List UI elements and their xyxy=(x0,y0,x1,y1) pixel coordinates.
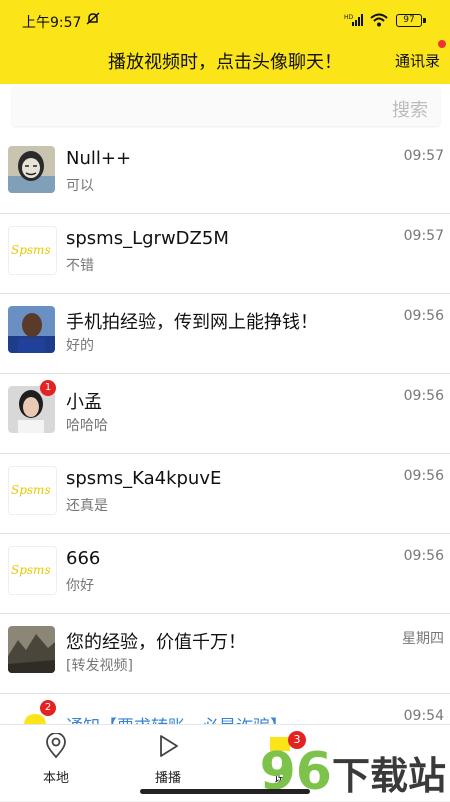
conversation-row[interactable]: 手机拍经验，传到网上能挣钱！ 好的 09:56 xyxy=(0,294,450,374)
avatar[interactable] xyxy=(8,306,55,353)
battery-icon: 97 xyxy=(396,14,426,27)
avatar[interactable]: Spsms xyxy=(8,226,57,275)
conversation-name: 小孟 xyxy=(66,392,102,413)
conversation-time: 09:57 xyxy=(403,228,444,244)
conversation-preview: [转发视频] xyxy=(66,658,133,674)
top-header: 上午9:57 HD 97 播放视频时，点击头像聊天！ 通讯录 xyxy=(0,0,450,84)
conversation-row[interactable]: Spsms spsms_LgrwDZ5M 不错 09:57 xyxy=(0,214,450,294)
avatar[interactable]: Spsms xyxy=(8,546,57,595)
signal-icon: HD xyxy=(344,12,364,31)
tab-play[interactable]: 播播 xyxy=(128,733,208,786)
search-bar: 搜索 xyxy=(0,84,450,134)
conversation-name: 您的经验，价值千万！ xyxy=(66,632,246,653)
play-icon xyxy=(160,735,178,757)
status-bar: 上午9:57 HD 97 xyxy=(0,0,450,40)
conversation-name: 手机拍经验，传到网上能挣钱！ xyxy=(66,312,318,333)
conversation-time: 09:56 xyxy=(403,468,444,484)
svg-text:HD: HD xyxy=(344,14,354,21)
avatar[interactable] xyxy=(8,626,55,673)
home-indicator[interactable] xyxy=(140,789,310,794)
watermark-text: 下载站 xyxy=(331,754,446,798)
tab-local[interactable]: 本地 xyxy=(16,732,96,786)
conversation-preview: 好的 xyxy=(66,338,94,354)
unread-badge: 1 xyxy=(40,380,56,396)
conversation-name: spsms_LgrwDZ5M xyxy=(66,228,229,249)
conversation-time: 09:56 xyxy=(403,548,444,564)
conversation-row[interactable]: Spsms 666 你好 09:56 xyxy=(0,534,450,614)
avatar[interactable] xyxy=(8,146,55,193)
spsms-logo: Spsms xyxy=(11,483,51,497)
conversation-name: spsms_Ka4kpuvE xyxy=(66,468,222,489)
contacts-notification-dot xyxy=(438,40,446,48)
conversation-name: Null++ xyxy=(66,148,132,169)
conversation-preview: 还真是 xyxy=(66,498,108,514)
tab-label: 本地 xyxy=(42,771,69,786)
conversation-row[interactable]: Spsms spsms_Ka4kpuvE 还真是 09:56 xyxy=(0,454,450,534)
spsms-logo: Spsms xyxy=(11,243,51,257)
conversation-preview: 不错 xyxy=(66,258,94,274)
avatar[interactable]: Spsms xyxy=(8,466,57,515)
location-pin-icon xyxy=(46,732,66,759)
spsms-logo: Spsms xyxy=(11,563,51,577)
conversation-preview: 哈哈哈 xyxy=(66,418,108,434)
conversation-list: Null++ 可以 09:57 Spsms spsms_LgrwDZ5M 不错 … xyxy=(0,134,450,749)
conversation-time: 09:56 xyxy=(403,388,444,404)
page-banner: 播放视频时，点击头像聊天！ xyxy=(108,52,342,73)
conversation-time: 星期四 xyxy=(402,631,444,647)
tab-label: 播播 xyxy=(154,771,181,786)
conversation-time: 09:57 xyxy=(403,148,444,164)
conversation-row[interactable]: 1 小孟 哈哈哈 09:56 xyxy=(0,374,450,454)
conversation-name: 666 xyxy=(66,548,101,569)
search-placeholder: 搜索 xyxy=(392,100,428,121)
unread-badge: 2 xyxy=(40,700,56,716)
wifi-icon xyxy=(370,12,388,31)
conversation-time: 09:56 xyxy=(403,308,444,324)
conversation-preview: 可以 xyxy=(66,178,94,194)
conversation-preview: 你好 xyxy=(66,578,94,594)
contacts-button[interactable]: 通讯录 xyxy=(395,50,440,71)
mute-icon xyxy=(86,12,100,25)
conversation-row[interactable]: 您的经验，价值千万！ [转发视频] 星期四 xyxy=(0,614,450,694)
notice-time: 09:54 xyxy=(403,708,444,724)
conversation-row[interactable]: Null++ 可以 09:57 xyxy=(0,134,450,214)
search-input[interactable]: 搜索 xyxy=(12,86,440,126)
status-time: 上午9:57 xyxy=(22,15,82,31)
